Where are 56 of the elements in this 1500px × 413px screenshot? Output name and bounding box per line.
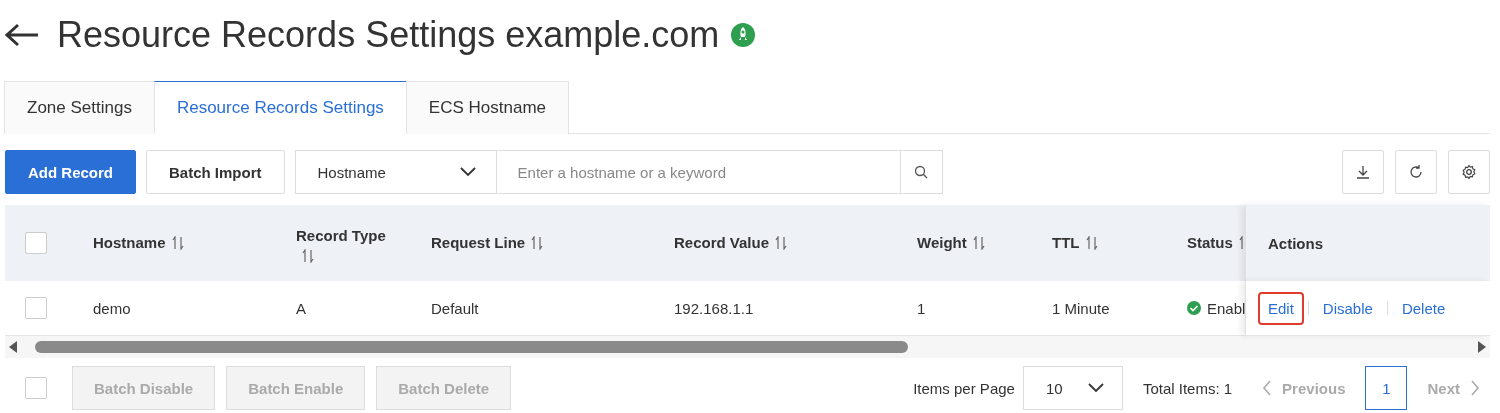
add-record-button[interactable]: Add Record	[5, 150, 136, 194]
column-header: Actions	[1268, 234, 1323, 252]
action-link[interactable]: Edit	[1258, 291, 1304, 325]
table-cell: 192.168.1.1	[674, 299, 754, 317]
row-checkbox[interactable]	[25, 297, 47, 319]
sort-icon[interactable]	[531, 236, 544, 250]
sort-icon[interactable]	[972, 236, 985, 250]
table-cell: demo	[93, 299, 131, 317]
download-button[interactable]	[1342, 150, 1384, 194]
table-cell: Default	[431, 299, 479, 317]
tab[interactable]: ECS Hostname	[405, 81, 569, 134]
page-title: Resource Records Settings example.com	[57, 14, 720, 56]
column-header: Status	[1187, 232, 1233, 253]
sort-icon[interactable]	[1085, 236, 1098, 250]
settings-button[interactable]	[1448, 150, 1490, 194]
column-header: Request Line	[431, 232, 526, 253]
column-header: Weight	[917, 232, 967, 253]
scroll-left-icon[interactable]	[9, 341, 17, 353]
sort-icon[interactable]	[171, 236, 184, 250]
tab[interactable]: Resource Records Settings	[153, 81, 407, 134]
table-cell: A	[296, 299, 306, 317]
scroll-right-icon[interactable]	[1478, 341, 1486, 353]
table-cell: 1 Minute	[1052, 299, 1110, 317]
chevron-right-icon	[1470, 380, 1480, 396]
action-link[interactable]: Disable	[1312, 291, 1383, 325]
chevron-down-icon	[1087, 383, 1104, 393]
search-field[interactable]: Enter a hostname or a keyword	[496, 150, 901, 194]
column-header: TTL	[1052, 232, 1080, 253]
sort-icon[interactable]	[775, 236, 788, 250]
download-icon	[1355, 164, 1371, 180]
batch-import-button[interactable]: Batch Import	[146, 150, 285, 194]
page-size-select[interactable]: 10	[1022, 366, 1123, 410]
tab[interactable]: Zone Settings	[4, 81, 155, 134]
table-cell: 1	[917, 299, 926, 317]
filter-select[interactable]: Hostname	[294, 150, 497, 194]
search-icon	[914, 165, 929, 179]
action-link[interactable]: Delete	[1391, 291, 1456, 325]
chevron-down-icon	[459, 167, 476, 177]
sort-icon[interactable]	[302, 249, 314, 264]
back-arrow-icon[interactable]	[5, 23, 39, 47]
select-all-checkbox[interactable]	[25, 377, 47, 399]
page-number[interactable]: 1	[1365, 366, 1408, 410]
column-header: Hostname	[93, 232, 166, 253]
settings-icon	[1461, 164, 1477, 180]
column-header: Record Value	[674, 232, 770, 253]
search-button[interactable]	[900, 150, 943, 194]
column-header: Record Type	[296, 225, 386, 246]
chevron-left-icon	[1262, 380, 1273, 396]
refresh-icon	[1408, 164, 1424, 180]
status-text: Enabl	[1207, 299, 1245, 317]
select-all-checkbox[interactable]	[25, 232, 47, 254]
horizontal-scrollbar[interactable]	[5, 336, 1490, 358]
rocket-badge-icon	[731, 23, 756, 47]
refresh-button[interactable]	[1395, 150, 1437, 194]
total-items: Total Items: 1	[1142, 379, 1233, 397]
items-per-page-label: Items per Page	[913, 379, 1015, 397]
